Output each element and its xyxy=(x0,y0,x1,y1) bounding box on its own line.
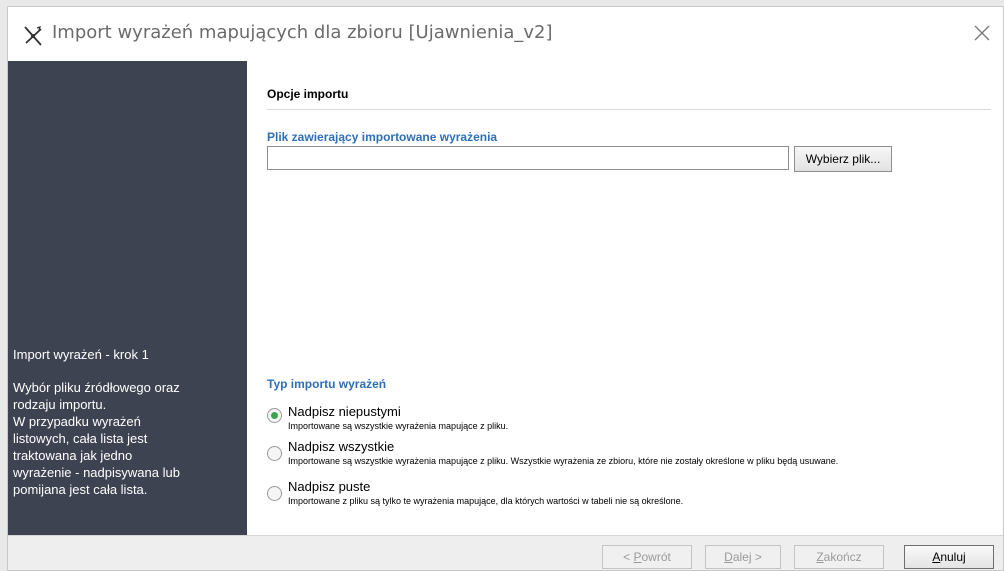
wizard-icon xyxy=(24,26,42,46)
file-path-input[interactable] xyxy=(267,146,789,170)
step-description-line: pomijana jest cała lista. xyxy=(13,482,148,497)
option-label[interactable]: Nadpisz niepustymi xyxy=(288,404,401,419)
wizard-content: Opcje importu Plik zawierający importowa… xyxy=(247,61,1003,535)
cancel-button[interactable]: Anuluj xyxy=(904,545,994,569)
wizard-footer: < Powrót Dalej > Zakończ Anuluj xyxy=(8,535,1003,570)
next-button[interactable]: Dalej > xyxy=(705,545,781,569)
import-type-label: Typ importu wyrażeń xyxy=(267,377,387,391)
section-divider xyxy=(267,109,991,110)
import-dialog: Import wyrażeń mapujących dla zbioru [Uj… xyxy=(7,6,1004,571)
close-icon[interactable] xyxy=(971,22,993,44)
step-description-line: traktowana jak jedno xyxy=(13,448,133,463)
step-title: Import wyrażeń - krok 1 xyxy=(13,347,149,362)
step-description-line: rodzaju importu. xyxy=(13,397,107,412)
step-description: Wybór pliku źródłowego oraz rodzaju impo… xyxy=(13,379,241,498)
step-description-line: Wybór pliku źródłowego oraz xyxy=(13,380,180,395)
file-label: Plik zawierający importowane wyrażenia xyxy=(267,130,498,144)
section-title: Opcje importu xyxy=(267,87,349,101)
finish-button[interactable]: Zakończ xyxy=(794,545,884,569)
wizard-sidebar: Import wyrażeń - krok 1 Wybór pliku źród… xyxy=(8,61,247,535)
window-title: Import wyrażeń mapujących dla zbioru [Uj… xyxy=(52,22,553,43)
step-description-line: wyrażenie - nadpisywana lub xyxy=(13,465,180,480)
browse-file-button[interactable]: Wybierz plik... xyxy=(794,146,892,172)
step-description-line: W przypadku wyrażeń xyxy=(13,414,141,429)
option-description: Importowane są wszystkie wyrażenia mapuj… xyxy=(288,456,839,466)
option-label[interactable]: Nadpisz puste xyxy=(288,479,370,494)
title-bar: Import wyrażeń mapujących dla zbioru [Uj… xyxy=(8,7,1003,61)
option-label[interactable]: Nadpisz wszystkie xyxy=(288,439,394,454)
option-description: Importowane są wszystkie wyrażenia mapuj… xyxy=(288,421,509,431)
step-description-line: listowych, cała lista jest xyxy=(13,431,148,446)
radio-button[interactable] xyxy=(267,446,282,461)
radio-button[interactable] xyxy=(267,408,282,423)
radio-button[interactable] xyxy=(267,486,282,501)
option-description: Importowane z pliku są tylko te wyrażeni… xyxy=(288,496,684,506)
back-button[interactable]: < Powrót xyxy=(602,545,692,569)
